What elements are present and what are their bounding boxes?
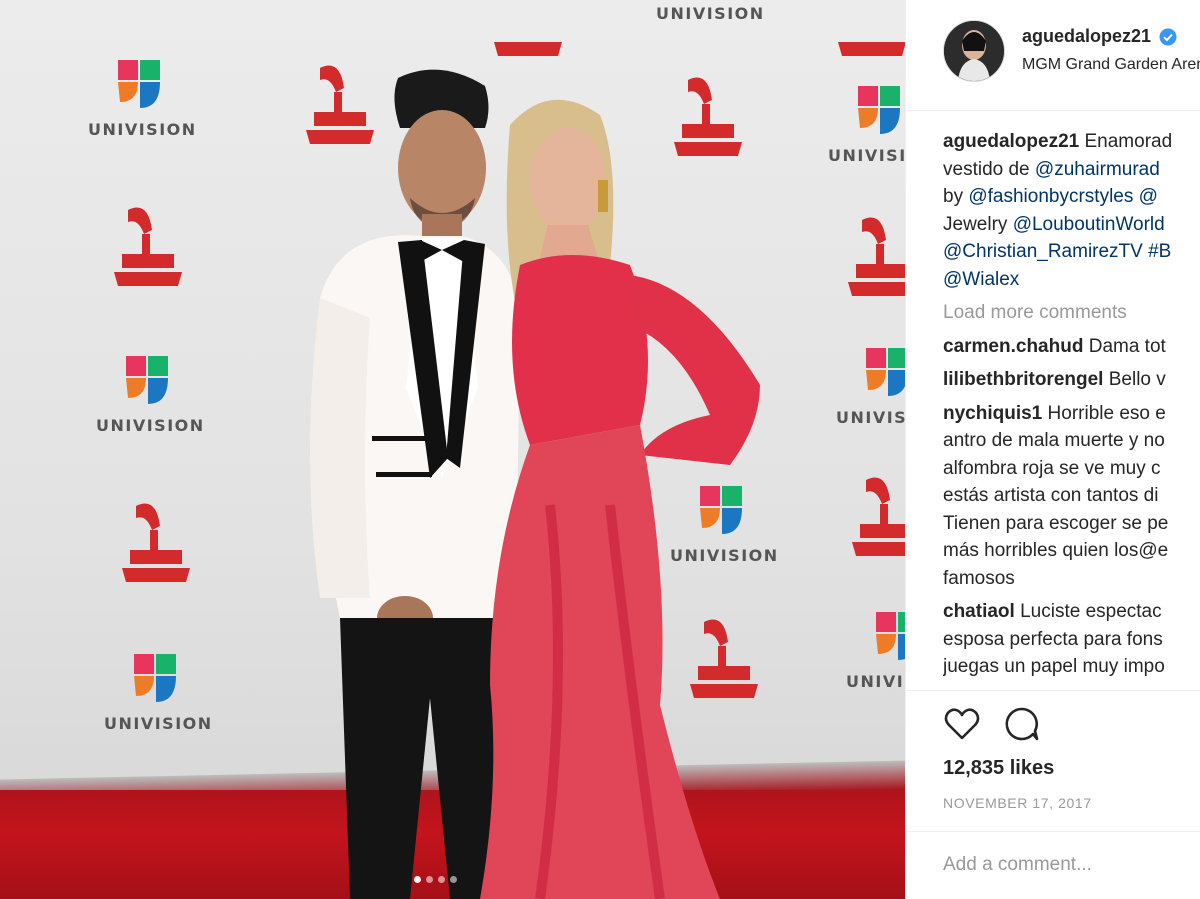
avatar[interactable]: [943, 20, 1005, 82]
carousel-dot[interactable]: [450, 876, 457, 883]
comment-username[interactable]: chatiaol: [943, 601, 1015, 622]
comment-item: carmen.chahud Dama tot: [943, 333, 1200, 361]
univision-wordmark: UNIVISION: [104, 714, 213, 733]
comment-text: esposa perfecta para fons: [943, 628, 1163, 650]
caption-text: Jewelry: [943, 213, 1013, 235]
post-side-panel: aguedalopez21 MGM Grand Garden Arena agu…: [905, 0, 1200, 899]
comment-text: juegas un papel muy impo: [943, 656, 1165, 677]
comment-text: estás artista con tantos di: [943, 485, 1159, 506]
univision-mark-icon: [118, 60, 161, 108]
heart-icon[interactable]: [943, 705, 981, 743]
caption: aguedalopez21 Enamorad vestido de @zuhai…: [943, 128, 1200, 293]
univision-wordmark: UNIVISION: [828, 146, 905, 165]
caption-line: by @fashionbycrstyles @: [943, 183, 1200, 211]
caption-line: vestido de @zuhairmurad: [943, 156, 1200, 184]
caption-mention-link[interactable]: @LouboutinWorld: [1013, 214, 1165, 235]
comment-username[interactable]: nychiquis1: [943, 403, 1042, 424]
comment-item: lilibethbritorengel Bello v: [943, 366, 1200, 394]
gramophone-logo-icon: [114, 207, 182, 286]
post-username[interactable]: aguedalopez21: [1022, 26, 1151, 47]
comment-text: Bello v: [1108, 369, 1166, 390]
caption-mention-link[interactable]: @Wialex: [943, 269, 1019, 290]
univision-wordmark: UNIVISION: [88, 120, 197, 139]
univision-logo: UNIVISION: [846, 604, 905, 691]
caption-text: Enamorad: [1084, 131, 1173, 152]
gramophone-logo-icon: [838, 42, 905, 56]
post-photo[interactable]: UNIVISION UNIVISION UNIVISION UNIVISION …: [0, 0, 905, 899]
univision-logo: UNIVISION: [656, 0, 765, 23]
comment-text: famosos: [943, 567, 1015, 589]
add-comment-bar: [906, 831, 1200, 899]
caption-line: @Wialex: [943, 266, 1200, 294]
username-row: aguedalopez21: [1022, 26, 1177, 47]
gramophone-logo-icon: [122, 503, 190, 582]
comments-list[interactable]: aguedalopez21 Enamorad vestido de @zuhai…: [943, 128, 1200, 688]
univision-mark-icon: [134, 654, 177, 702]
comment-text: Horrible eso e: [1047, 402, 1166, 424]
comment-text: Dama tot: [1088, 335, 1166, 357]
univision-mark-icon: [126, 356, 169, 404]
caption-mention-link[interactable]: @Christian_RamirezTV #B: [943, 241, 1171, 262]
verified-badge-icon: [1159, 28, 1177, 45]
like-count[interactable]: 12,835 likes: [943, 757, 1054, 780]
univision-logo: UNIVISION: [96, 348, 205, 435]
univision-logo: UNIVISION: [104, 646, 213, 733]
caption-line: aguedalopez21 Enamorad: [943, 128, 1200, 156]
comment-username[interactable]: lilibethbritorengel: [943, 369, 1103, 390]
load-more-comments-link[interactable]: Load more comments: [943, 299, 1200, 327]
caption-mention-link[interactable]: @fashionbycrstyles @: [968, 186, 1158, 207]
univision-logo: UNIVISION: [828, 78, 905, 165]
univision-wordmark: UNIVISION: [836, 408, 905, 427]
caption-line: @Christian_RamirezTV #B: [943, 238, 1200, 266]
univision-logo: UNIVISION: [88, 52, 197, 139]
comment-text: antro de mala muerte y no: [943, 430, 1165, 451]
univision-wordmark: UNIVISION: [656, 4, 765, 23]
post-location[interactable]: MGM Grand Garden Arena: [1022, 56, 1200, 74]
comment-item: chatiaol Luciste espectac esposa perfect…: [943, 598, 1200, 681]
carousel-dot[interactable]: [438, 876, 445, 883]
comment-text: Tienen para escoger se pe: [943, 512, 1169, 534]
univision-logo: UNIVISION: [836, 340, 905, 427]
post-date: NOVEMBER 17, 2017: [943, 795, 1092, 811]
woman-in-red-gown-figure: [480, 99, 760, 899]
avatar-portrait-icon: [944, 21, 1004, 81]
gramophone-logo-icon: [852, 477, 905, 556]
add-comment-input[interactable]: [943, 854, 1183, 876]
caption-line: Jewelry @LouboutinWorld: [943, 211, 1200, 239]
univision-mark-icon: [876, 612, 905, 660]
carousel-dot[interactable]: [414, 876, 421, 883]
caption-username[interactable]: aguedalopez21: [943, 131, 1079, 152]
comment-bubble-icon[interactable]: [1003, 705, 1041, 743]
comment-text: más horribles quien los@e: [943, 540, 1169, 561]
caption-mention-link[interactable]: @zuhairmurad: [1035, 159, 1160, 180]
post-header: aguedalopez21 MGM Grand Garden Arena: [906, 0, 1200, 111]
univision-wordmark: UNIVISION: [846, 672, 905, 691]
carousel-dot[interactable]: [426, 876, 433, 883]
univision-mark-icon: [866, 348, 905, 396]
gramophone-logo-icon: [494, 42, 562, 56]
caption-text: vestido de: [943, 158, 1035, 180]
caption-text: by: [943, 186, 969, 207]
comment-text: alfombra roja se ve muy c: [943, 457, 1161, 479]
comment-username[interactable]: carmen.chahud: [943, 336, 1083, 357]
post-actions: 12,835 likes NOVEMBER 17, 2017: [906, 690, 1200, 899]
univision-wordmark: UNIVISION: [96, 416, 205, 435]
carousel-indicator[interactable]: [414, 876, 457, 883]
comment-text: Luciste espectac: [1020, 601, 1162, 622]
univision-mark-icon: [858, 86, 901, 134]
comment-item: nychiquis1 Horrible eso e antro de mala …: [943, 400, 1200, 593]
gramophone-logo-icon: [848, 217, 905, 296]
